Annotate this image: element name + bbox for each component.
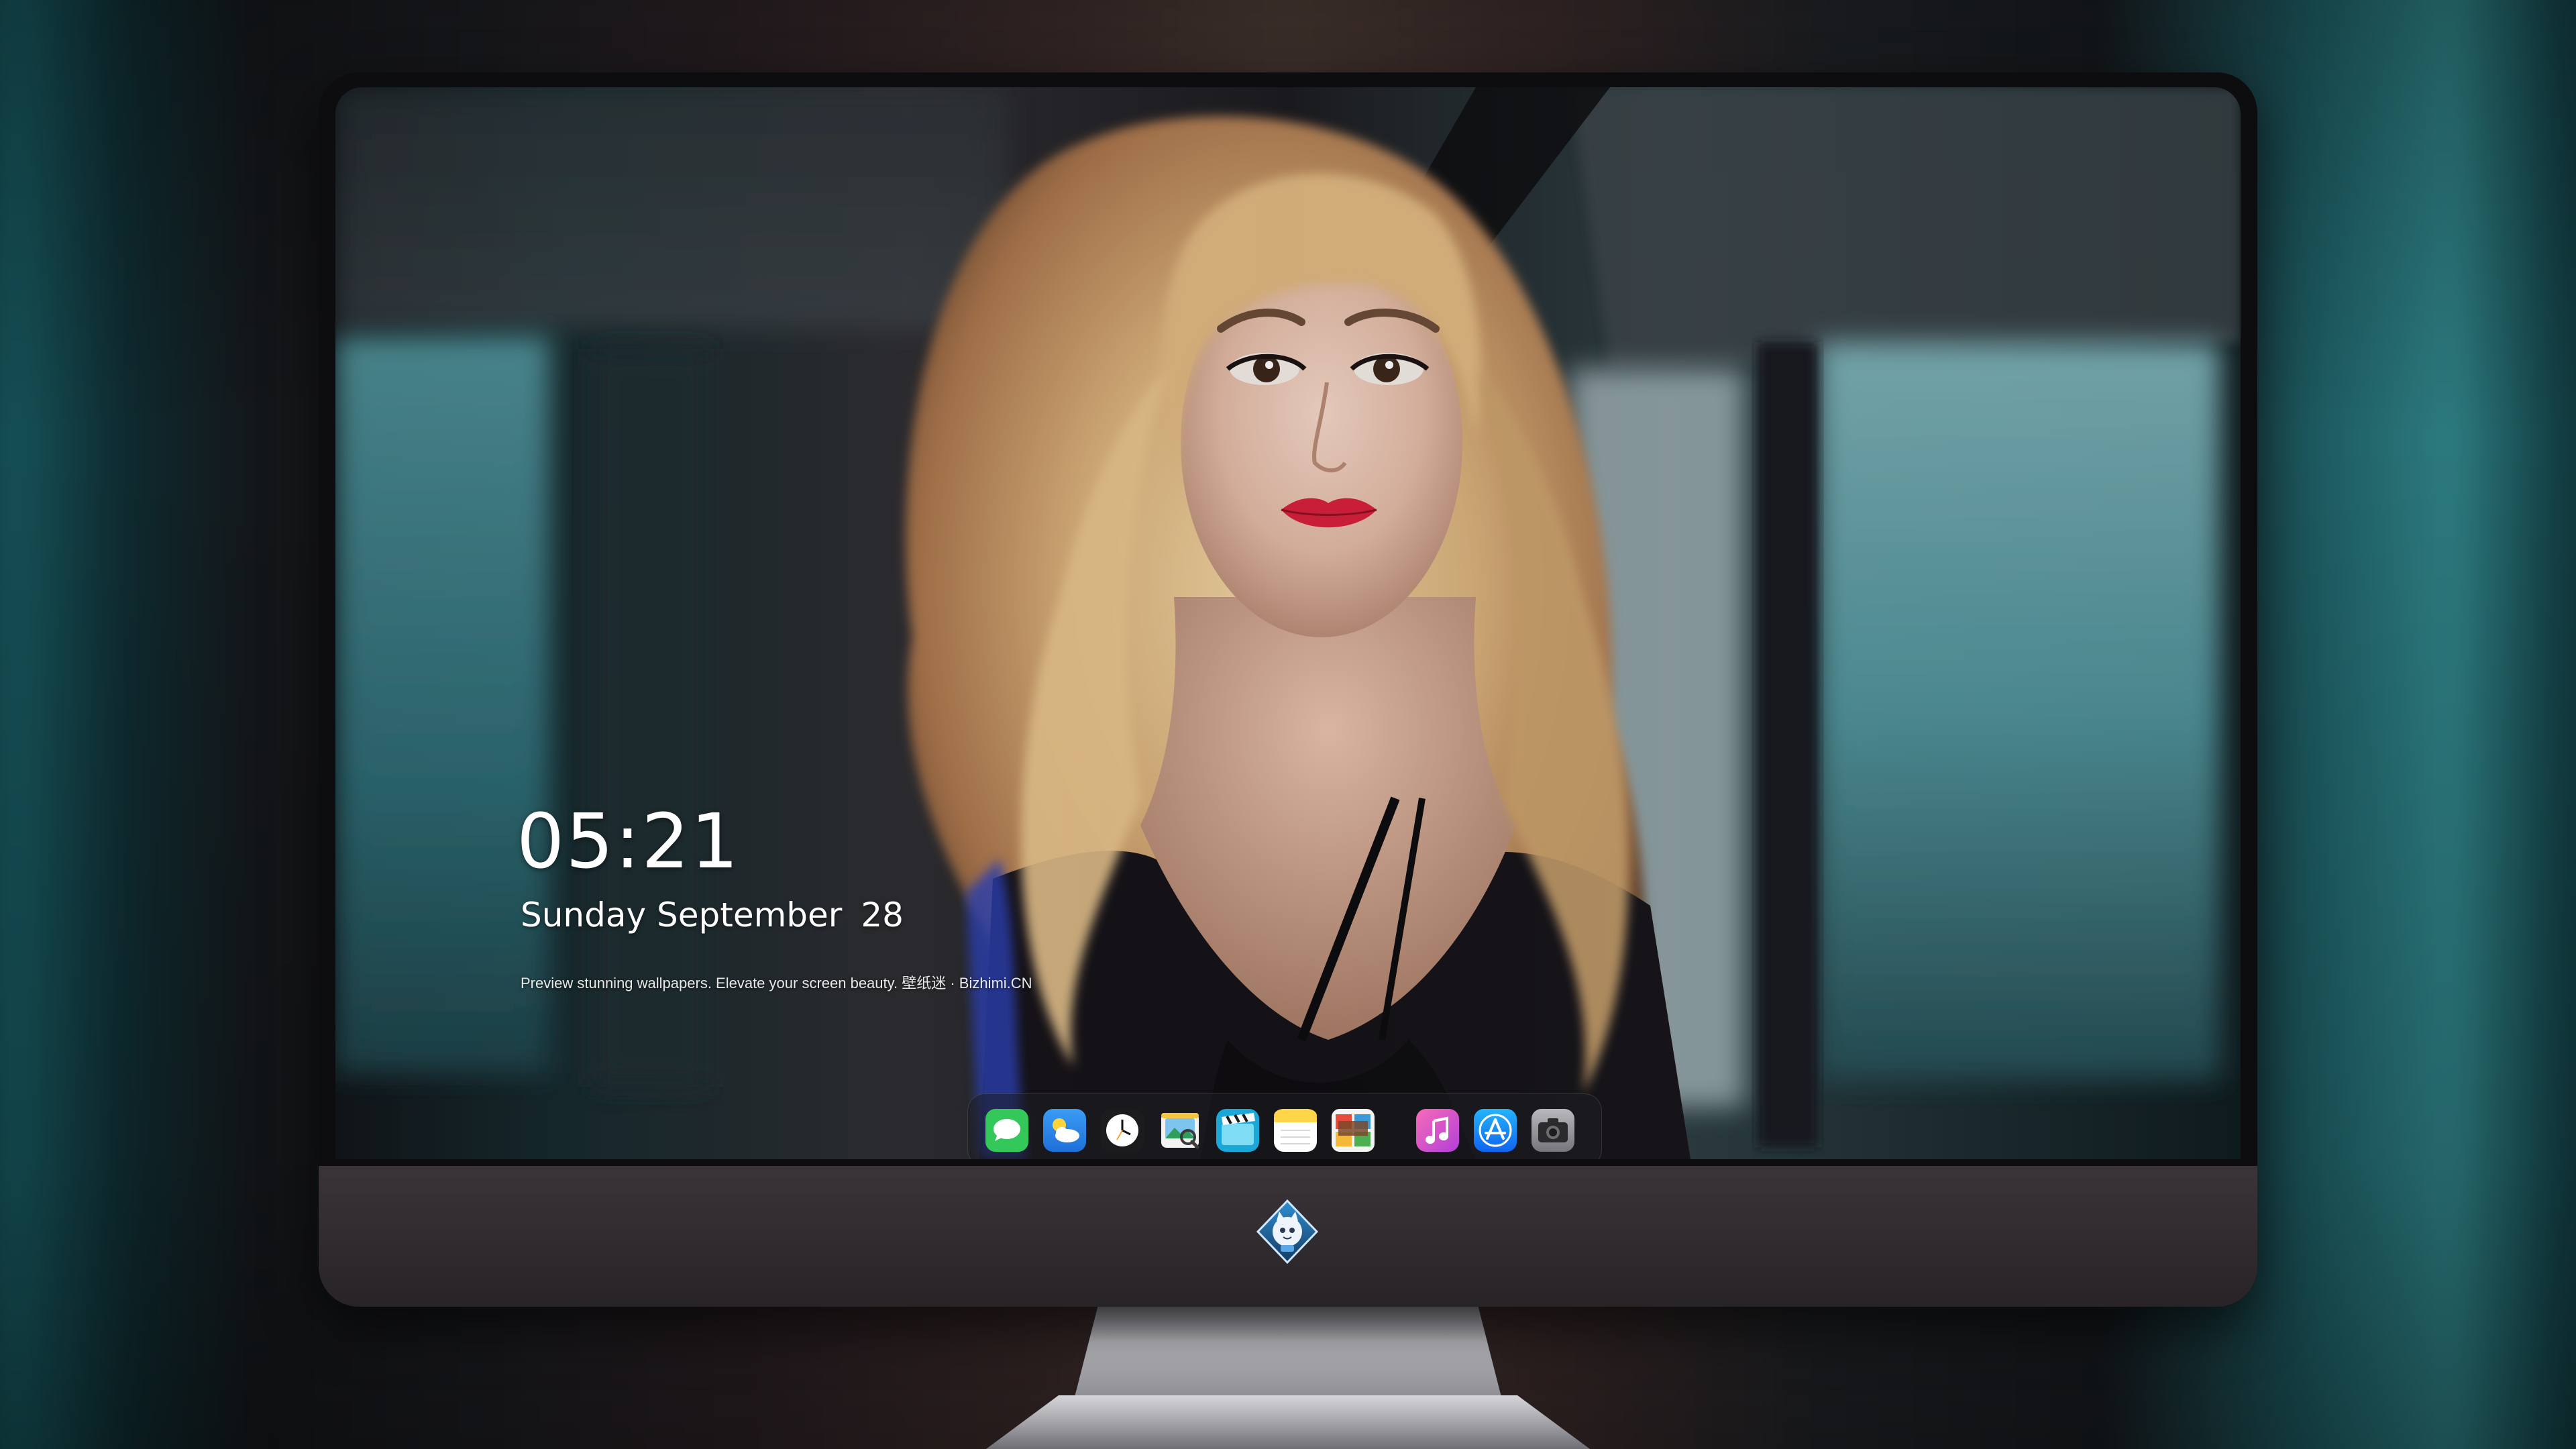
dock-app-photo-booth[interactable] bbox=[1332, 1109, 1375, 1152]
clips-icon bbox=[1216, 1109, 1259, 1152]
cat-astronaut-logo-icon bbox=[1256, 1199, 1319, 1265]
desktop-scene: 05:21 Sunday September 28 Preview stunnin… bbox=[0, 0, 2576, 1449]
date-weekday-month: Sunday September bbox=[521, 896, 843, 934]
dock-app-messages[interactable] bbox=[985, 1109, 1028, 1152]
date-day: 28 bbox=[861, 896, 904, 934]
weather-icon bbox=[1043, 1109, 1086, 1152]
monitor-stand-base bbox=[986, 1395, 1590, 1449]
dock-app-notes[interactable] bbox=[1274, 1109, 1317, 1152]
dock-app-clock[interactable] bbox=[1101, 1109, 1144, 1152]
camera-icon bbox=[1532, 1109, 1574, 1152]
monitor: 05:21 Sunday September 28 Preview stunnin… bbox=[319, 72, 2257, 1307]
wallpaper-portrait bbox=[335, 87, 2241, 1159]
dock-app-music[interactable] bbox=[1416, 1109, 1459, 1152]
wallpaper-tagline: Preview stunning wallpapers. Elevate you… bbox=[521, 975, 1032, 991]
music-icon bbox=[1416, 1109, 1459, 1152]
messages-icon bbox=[985, 1109, 1028, 1152]
app-store-icon bbox=[1474, 1109, 1517, 1152]
dock bbox=[967, 1093, 1602, 1159]
clock-icon bbox=[1101, 1109, 1144, 1152]
dock-app-clips[interactable] bbox=[1216, 1109, 1259, 1152]
lock-screen-time: 05:21 bbox=[517, 798, 740, 885]
dock-app-camera[interactable] bbox=[1532, 1109, 1574, 1152]
dock-app-preview[interactable] bbox=[1159, 1109, 1201, 1152]
screen: 05:21 Sunday September 28 Preview stunnin… bbox=[335, 87, 2241, 1159]
monitor-stand-neck bbox=[1073, 1301, 1503, 1402]
dock-app-app-store[interactable] bbox=[1474, 1109, 1517, 1152]
lock-screen-date: Sunday September 28 bbox=[521, 896, 904, 934]
preview-icon bbox=[1161, 1113, 1199, 1149]
monitor-chin bbox=[319, 1166, 2257, 1307]
dock-app-weather[interactable] bbox=[1043, 1109, 1086, 1152]
notes-icon bbox=[1274, 1109, 1317, 1152]
photo-booth-icon bbox=[1332, 1109, 1375, 1152]
